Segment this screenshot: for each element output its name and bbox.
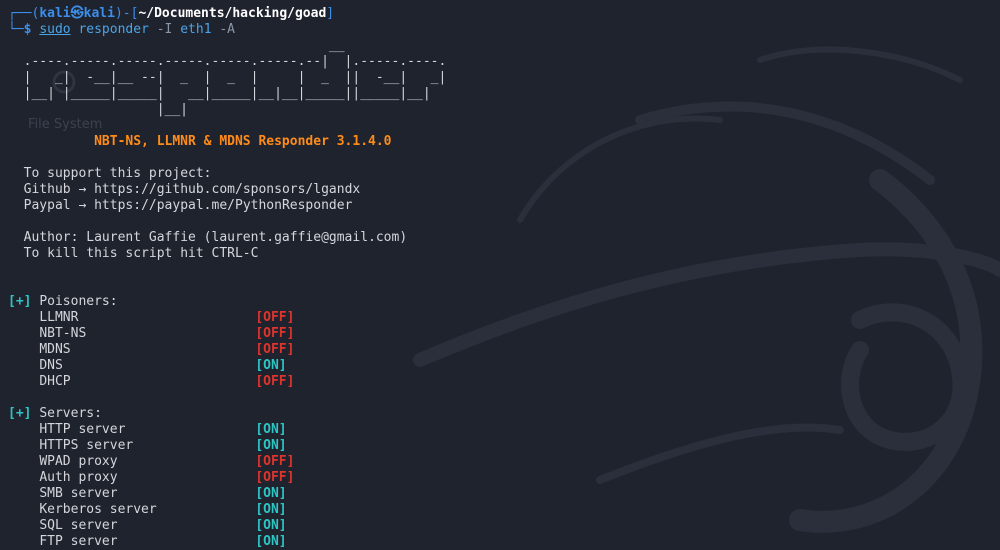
prompt-line: ┌──(kali㉿kali)-[~/Documents/hacking/goad… [8, 6, 335, 21]
status-badge: [OFF] [255, 374, 295, 389]
kali-skull-icon: ㉿ [70, 6, 84, 21]
status-row: HTTPS server [ON] [8, 438, 992, 454]
status-item-name: HTTP server [39, 422, 126, 437]
command-arg: -I [156, 22, 173, 37]
status-row: SMB server [ON] [8, 486, 992, 502]
status-badge: [ON] [255, 438, 287, 453]
status-row: LLMNR [OFF] [8, 310, 992, 326]
status-badge: [ON] [255, 518, 287, 533]
ascii-banner-line: |__| |_____|_____| __|_____|__|__|_____|… [8, 86, 431, 101]
status-badge: [ON] [255, 502, 287, 517]
status-badge: [OFF] [255, 310, 295, 325]
status-row: MDNS [OFF] [8, 342, 992, 358]
status-row: DNS [ON] [8, 358, 992, 374]
status-row: SQL server [ON] [8, 518, 992, 534]
author-line: Author: Laurent Gaffie (laurent.gaffie@g… [23, 230, 408, 245]
status-badge: [OFF] [255, 470, 295, 485]
status-item-name: Kerberos server [39, 502, 157, 517]
status-badge: [ON] [255, 358, 287, 373]
status-badge: [ON] [255, 422, 287, 437]
status-row: NBT-NS [OFF] [8, 326, 992, 342]
status-item-name: DNS [39, 358, 63, 373]
prompt-cwd: ~/Documents/hacking/goad [138, 6, 327, 21]
support-link-url[interactable]: https://paypal.me/PythonResponder [94, 198, 352, 213]
command-name: responder [78, 22, 149, 37]
status-row: FTP server [ON] [8, 534, 992, 550]
status-item-name: WPAD proxy [39, 454, 118, 469]
status-badge: [ON] [255, 486, 287, 501]
ascii-banner-line: | _| -__|__ --| _ | _ | | _ || -__| _| [8, 70, 447, 85]
responder-title: NBT-NS, LLMNR & MDNS Responder 3.1.4.0 [94, 134, 392, 149]
arrow-icon: → [78, 198, 87, 213]
ascii-banner-line: |__| [8, 102, 189, 117]
prompt-user: kali [39, 6, 71, 21]
status-badge: [OFF] [255, 326, 295, 341]
status-badge: [OFF] [255, 342, 295, 357]
support-link-url[interactable]: https://github.com/sponsors/lgandx [94, 182, 360, 197]
section-title: Poisoners: [39, 294, 118, 309]
arrow-icon: → [78, 182, 87, 197]
status-row: Auth proxy [OFF] [8, 470, 992, 486]
status-item-name: NBT-NS [39, 326, 87, 341]
support-heading: To support this project: [23, 166, 212, 181]
kill-hint: To kill this script hit CTRL-C [23, 246, 259, 261]
responder-ascii-banner: __ .----.-----.-----.-----.-----.-----.-… [8, 38, 992, 118]
command-sudo: sudo [39, 22, 71, 37]
command-args: -I eth1 -A [149, 22, 235, 37]
status-row: HTTP server [ON] [8, 422, 992, 438]
status-row: WPAD proxy [OFF] [8, 454, 992, 470]
prompt-host: kali [83, 6, 115, 21]
status-sections: [+] Poisoners: LLMNR [OFF] NBT-NS [OFF] MD… [8, 294, 992, 550]
section-marker: [+] [8, 294, 32, 309]
section-heading: [+] Poisoners: [8, 294, 992, 310]
status-item-name: FTP server [39, 534, 118, 549]
status-item-name: Auth proxy [39, 470, 118, 485]
support-link-label: Paypal [23, 198, 79, 213]
command-arg: -A [219, 22, 236, 37]
terminal[interactable]: ┌──(kali㉿kali)-[~/Documents/hacking/goad… [8, 6, 992, 550]
support-link-row: Paypal → https://paypal.me/PythonRespond… [8, 198, 992, 214]
support-links: Github → https://github.com/sponsors/lga… [8, 182, 992, 214]
command-arg: eth1 [180, 22, 212, 37]
support-link-row: Github → https://github.com/sponsors/lga… [8, 182, 992, 198]
command-line: └─$ sudo responder -I eth1 -A [8, 22, 236, 37]
status-item-name: HTTPS server [39, 438, 134, 453]
section-title: Servers: [39, 406, 102, 421]
status-row: DHCP [OFF] [8, 374, 992, 390]
ascii-banner-line: .----.-----.-----.-----.-----.-----.--| … [8, 54, 447, 69]
status-item-name: MDNS [39, 342, 71, 357]
status-badge: [ON] [255, 534, 287, 549]
support-link-label: Github [23, 182, 79, 197]
status-badge: [OFF] [255, 454, 295, 469]
ascii-banner-line: __ [8, 38, 345, 53]
status-item-name: SQL server [39, 518, 118, 533]
status-item-name: LLMNR [39, 310, 79, 325]
status-row: Kerberos server [ON] [8, 502, 992, 518]
section-marker: [+] [8, 406, 32, 421]
status-item-name: DHCP [39, 374, 71, 389]
status-item-name: SMB server [39, 486, 118, 501]
section-heading: [+] Servers: [8, 406, 992, 422]
